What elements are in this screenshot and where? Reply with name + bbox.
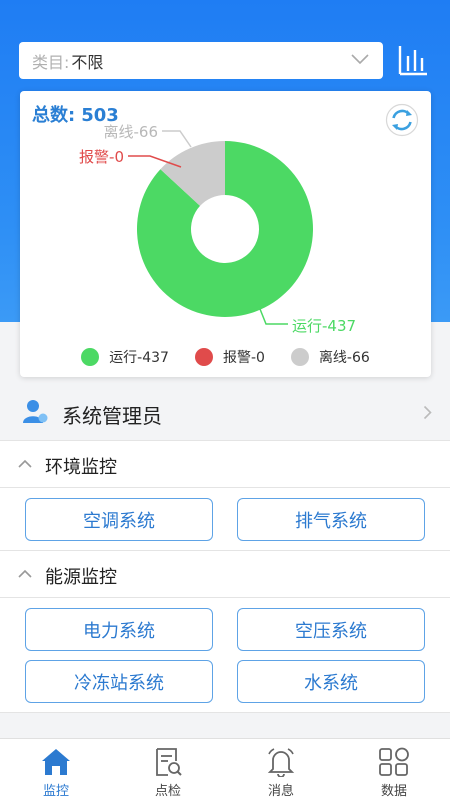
- callout-label-2: 离线-66: [104, 123, 159, 141]
- legend-item-2: 离线-66: [290, 347, 370, 367]
- user-name: 系统管理员: [62, 404, 162, 428]
- legend-label: 离线-66: [318, 350, 370, 366]
- callout-label-0: 运行-437: [292, 317, 356, 335]
- category-filter-select[interactable]: 类目: 不限: [19, 42, 383, 79]
- legend-label: 运行-437: [109, 350, 169, 366]
- grid-icon: [379, 747, 409, 776]
- bottom-tab-bar: 监控 点检 消息 数据: [0, 738, 450, 800]
- chevron-right-icon: [423, 405, 432, 420]
- tab-label: 点检: [154, 784, 181, 799]
- water-system-button[interactable]: 水系统: [237, 660, 425, 703]
- bar-chart-icon[interactable]: [398, 44, 428, 76]
- air-compressor-system-button[interactable]: 空压系统: [237, 608, 425, 651]
- user-icon: [23, 400, 48, 423]
- chart-legend: 运行-437 报警-0 离线-66: [20, 347, 431, 367]
- filter-label: 类目:: [32, 52, 70, 72]
- legend-label: 报警-0: [222, 350, 265, 366]
- status-donut-chart: 运行-437 报警-0 离线-66: [79, 123, 356, 335]
- environment-button-area: 空调系统 排气系统: [0, 488, 450, 550]
- legend-item-1: 报警-0: [194, 347, 265, 367]
- chevron-down-icon: [351, 54, 369, 65]
- energy-button-area: 电力系统 空压系统 冷冻站系统 水系统: [0, 598, 450, 713]
- tab-label: 数据: [380, 784, 407, 799]
- tab-inspection[interactable]: 点检: [112, 739, 224, 800]
- tab-monitor[interactable]: 监控: [0, 739, 112, 800]
- callout-line-2: [162, 130, 192, 148]
- tab-messages[interactable]: 消息: [225, 739, 337, 800]
- group-title: 能源监控: [45, 567, 117, 588]
- power-system-button[interactable]: 电力系统: [25, 608, 213, 651]
- chiller-station-system-button[interactable]: 冷冻站系统: [25, 660, 213, 703]
- callout-label-1: 报警-0: [79, 148, 124, 166]
- tab-data[interactable]: 数据: [338, 739, 450, 800]
- bell-icon: [267, 748, 295, 777]
- legend-item-0: 运行-437: [81, 347, 169, 367]
- legend-swatch: [290, 348, 309, 366]
- tab-label: 监控: [42, 784, 69, 799]
- group-header-environment[interactable]: 环境监控: [0, 440, 450, 488]
- filter-value: 不限: [71, 52, 104, 72]
- legend-swatch: [194, 348, 213, 366]
- exhaust-system-button[interactable]: 排气系统: [237, 498, 425, 541]
- status-summary-card: 总数: 503 运行-437 报警-0 离线-66 运行-437 报警-0 离线-66: [20, 91, 431, 377]
- aircon-system-button[interactable]: 空调系统: [25, 498, 213, 541]
- group-title: 环境监控: [45, 457, 117, 478]
- chevron-up-icon: [18, 459, 32, 468]
- legend-swatch: [81, 348, 100, 366]
- group-header-energy[interactable]: 能源监控: [0, 550, 450, 598]
- home-icon: [42, 749, 70, 775]
- chevron-up-icon: [18, 569, 32, 578]
- callout-line-0: [259, 308, 288, 325]
- user-row[interactable]: 系统管理员: [0, 385, 450, 440]
- tab-label: 消息: [267, 784, 294, 799]
- inspection-icon: [156, 748, 182, 776]
